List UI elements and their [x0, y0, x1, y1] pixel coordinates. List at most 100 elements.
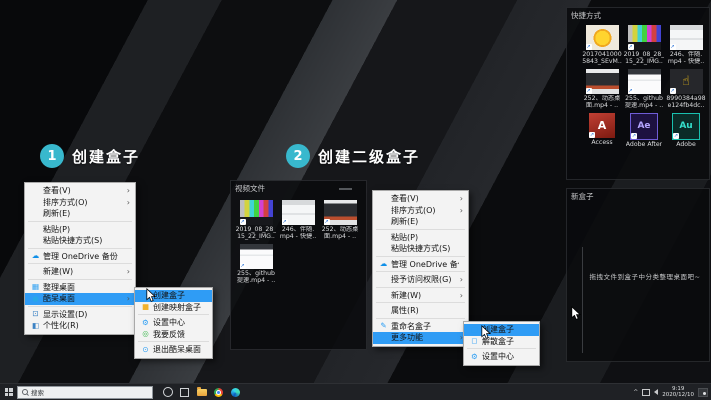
file-shortcut[interactable]: ☝ ↗ 8990384a98 e124fb4dc..: [665, 69, 707, 110]
menu-item[interactable]: ⊙ 退出酷呆桌面: [135, 344, 212, 356]
volume-icon[interactable]: [654, 389, 658, 395]
file-shortcut[interactable]: ↗ 252、动态桌 面.mp4 - ..: [581, 69, 623, 110]
file-shortcut[interactable]: ↗ 252、动态桌 面.mp4 - ..: [319, 200, 361, 241]
desktop-context-menu: 查看(V) › 排序方式(O) › 刷新(E) 粘贴(P) 粘贴快捷方式(S) …: [24, 182, 136, 335]
mouse-cursor-icon: [571, 306, 581, 321]
finger-thumbnail: ☝ ↗: [670, 69, 703, 94]
folder-icon: ■: [138, 303, 153, 311]
file-shortcut[interactable]: ↗ 246、伴随. mp4 - 快捷..: [277, 200, 319, 241]
menu-item[interactable]: ◧ 个性化(R): [25, 320, 135, 332]
file-shortcut[interactable]: A ↗ Access: [581, 113, 623, 148]
menu-item[interactable]: 刷新(E): [25, 208, 135, 220]
menu-item[interactable]: 查看(V) ›: [25, 185, 135, 197]
file-grid: ↗ 2019_08_28_ 15_22_IMG.. ↗ 246、伴随. mp4 …: [235, 200, 364, 347]
gear-icon: ⚙: [467, 353, 482, 361]
start-button[interactable]: [0, 384, 17, 400]
page2-thumbnail: ↗: [324, 200, 357, 225]
input-method-icon[interactable]: [642, 389, 650, 396]
menu-item[interactable]: ⋯ 更多功能 ›: [373, 332, 468, 344]
submenu-arrow-icon: ›: [123, 186, 130, 195]
menu-item[interactable]: 粘贴(P): [25, 224, 135, 236]
page1-thumbnail: ↗: [282, 200, 315, 225]
file-shortcut[interactable]: ↗ 255、github 提速.mp4 - ..: [235, 244, 277, 285]
shortcut-arrow-icon: ↗: [282, 219, 288, 225]
menu-item[interactable]: 粘贴快捷方式(S): [373, 243, 468, 255]
shortcuts-box: 快捷方式 ↗ 2017041000 5843_SEvM.. ↗ 2: [566, 7, 710, 180]
submenu-arrow-icon: ›: [456, 291, 463, 300]
file-shortcut[interactable]: ↗ 2019_08_28_ 15_22_IMG..: [235, 200, 277, 241]
menu-item[interactable]: 排序方式(O) ›: [25, 197, 135, 209]
shortcut-arrow-icon: ↗: [628, 88, 634, 94]
shortcut-arrow-icon: ↗: [240, 219, 246, 225]
page3-thumbnail: ↗: [240, 244, 273, 269]
box-title: 快捷方式: [571, 10, 672, 21]
menu-item[interactable]: ☁ 管理 OneDrive 备份: [25, 251, 135, 263]
menu-item[interactable]: ⊡ 显示设置(D): [25, 309, 135, 321]
file-name-line2: 提速.mp4 - ..: [625, 102, 663, 109]
submenu-arrow-icon: ›: [123, 267, 130, 276]
edge-button[interactable]: [227, 384, 244, 400]
notification-center-icon[interactable]: [698, 388, 708, 397]
menu-item[interactable]: 授予访问权限(G) ›: [373, 274, 468, 286]
menu-item[interactable]: 新建(W) ›: [373, 290, 468, 302]
submenu-arrow-icon: ›: [456, 275, 463, 284]
menu-item[interactable]: □ 创建盒子: [464, 324, 539, 336]
step-label: 创建盒子: [72, 146, 140, 167]
menu-item[interactable]: 查看(V) ›: [373, 193, 468, 205]
file-name-line1: Adobe After: [626, 141, 662, 148]
task-view-button[interactable]: [176, 384, 193, 400]
au-thumbnail: Au ↗: [672, 113, 700, 140]
menu-item[interactable]: ● 酷呆桌面 ›: [25, 293, 135, 305]
desktop-wallpaper[interactable]: 1 创建盒子 2 创建二级盒子 视频文件 ↗ 2019_08_28_ 15_22…: [0, 0, 711, 400]
boxd-icon: ◻: [467, 337, 482, 345]
file-shortcut[interactable]: ↗ 2017041000 5843_SEvM..: [581, 25, 623, 66]
menu-item[interactable]: 粘贴(P): [373, 232, 468, 244]
more-functions-submenu: □ 创建盒子 ◻ 解散盒子 ⚙ 设置中心: [463, 321, 540, 366]
menu-item[interactable]: 新建(W) ›: [25, 266, 135, 278]
empty-box-hint: 拖拽文件到盒子中分类整理桌面吧~: [585, 271, 705, 281]
cortana-button[interactable]: [159, 384, 176, 400]
shortcut-arrow-icon: ↗: [240, 263, 246, 269]
menu-item[interactable]: ⚙ 设置中心: [135, 317, 212, 329]
file-name-line1: 2017041000: [582, 51, 621, 58]
grid-icon: ▦: [28, 283, 43, 291]
file-name-line1: 246、伴随.: [670, 51, 702, 58]
tray-expand-icon[interactable]: ^: [633, 389, 638, 396]
menu-item[interactable]: ◎ 我要反馈: [135, 329, 212, 341]
file-explorer-button[interactable]: [193, 384, 210, 400]
taskbar-search-input[interactable]: 搜索: [17, 386, 153, 399]
submenu-arrow-icon: ›: [456, 194, 463, 203]
file-name-line2: 15_22_IMG..: [625, 58, 663, 65]
file-shortcut[interactable]: ↗ 246、伴随. mp4 - 快捷..: [665, 25, 707, 66]
file-name-line1: 255、github: [625, 95, 663, 102]
menu-item[interactable]: ◻ 解散盒子: [464, 336, 539, 348]
mouse-cursor-icon: [481, 325, 491, 340]
chrome-icon: [214, 388, 223, 397]
file-shortcut[interactable]: Ae ↗ Adobe After: [623, 113, 665, 148]
menu-item[interactable]: ✎ 重命名盒子: [373, 321, 468, 333]
menu-item[interactable]: ⚙ 设置中心: [464, 351, 539, 363]
cloud-icon: ☁: [28, 252, 43, 260]
menu-item[interactable]: 粘贴快捷方式(S): [25, 235, 135, 247]
box-titlebar: 快捷方式: [567, 8, 709, 23]
menu-item[interactable]: ▦ 整理桌面: [25, 282, 135, 294]
menu-item[interactable]: 刷新(E): [373, 216, 468, 228]
file-shortcut[interactable]: Au ↗ Adobe: [665, 113, 707, 148]
menu-item[interactable]: ■ 创建映射盒子: [135, 302, 212, 314]
shortcut-arrow-icon: ↗: [589, 132, 595, 138]
step-badge-2: 2 创建二级盒子: [286, 144, 420, 168]
menu-item[interactable]: 排序方式(O) ›: [373, 205, 468, 217]
file-shortcut[interactable]: ↗ 2019_08_28_ 15_22_IMG..: [623, 25, 665, 66]
taskbar: 搜索 ^ 9:19 2020/12/10: [0, 383, 711, 400]
taskbar-clock[interactable]: 9:19 2020/12/10: [662, 386, 694, 398]
file-shortcut[interactable]: ↗ 255、github 提速.mp4 - ..: [623, 69, 665, 110]
menu-item[interactable]: ☁ 管理 OneDrive 备份: [373, 259, 468, 271]
windows-logo-icon: [5, 388, 13, 396]
video-files-box: 视频文件 ↗ 2019_08_28_ 15_22_IMG.. ↗ 246、伴: [230, 180, 367, 350]
chrome-button[interactable]: [210, 384, 227, 400]
menu-item[interactable]: 属性(R): [373, 305, 468, 317]
box-context-menu: 查看(V) › 排序方式(O) › 刷新(E) 粘贴(P) 粘贴快捷方式(S) …: [372, 190, 469, 347]
page3-thumbnail: ↗: [628, 69, 661, 94]
file-name-line1: 2019_08_28_: [236, 226, 277, 233]
step-badge-1: 1 创建盒子: [40, 144, 140, 168]
